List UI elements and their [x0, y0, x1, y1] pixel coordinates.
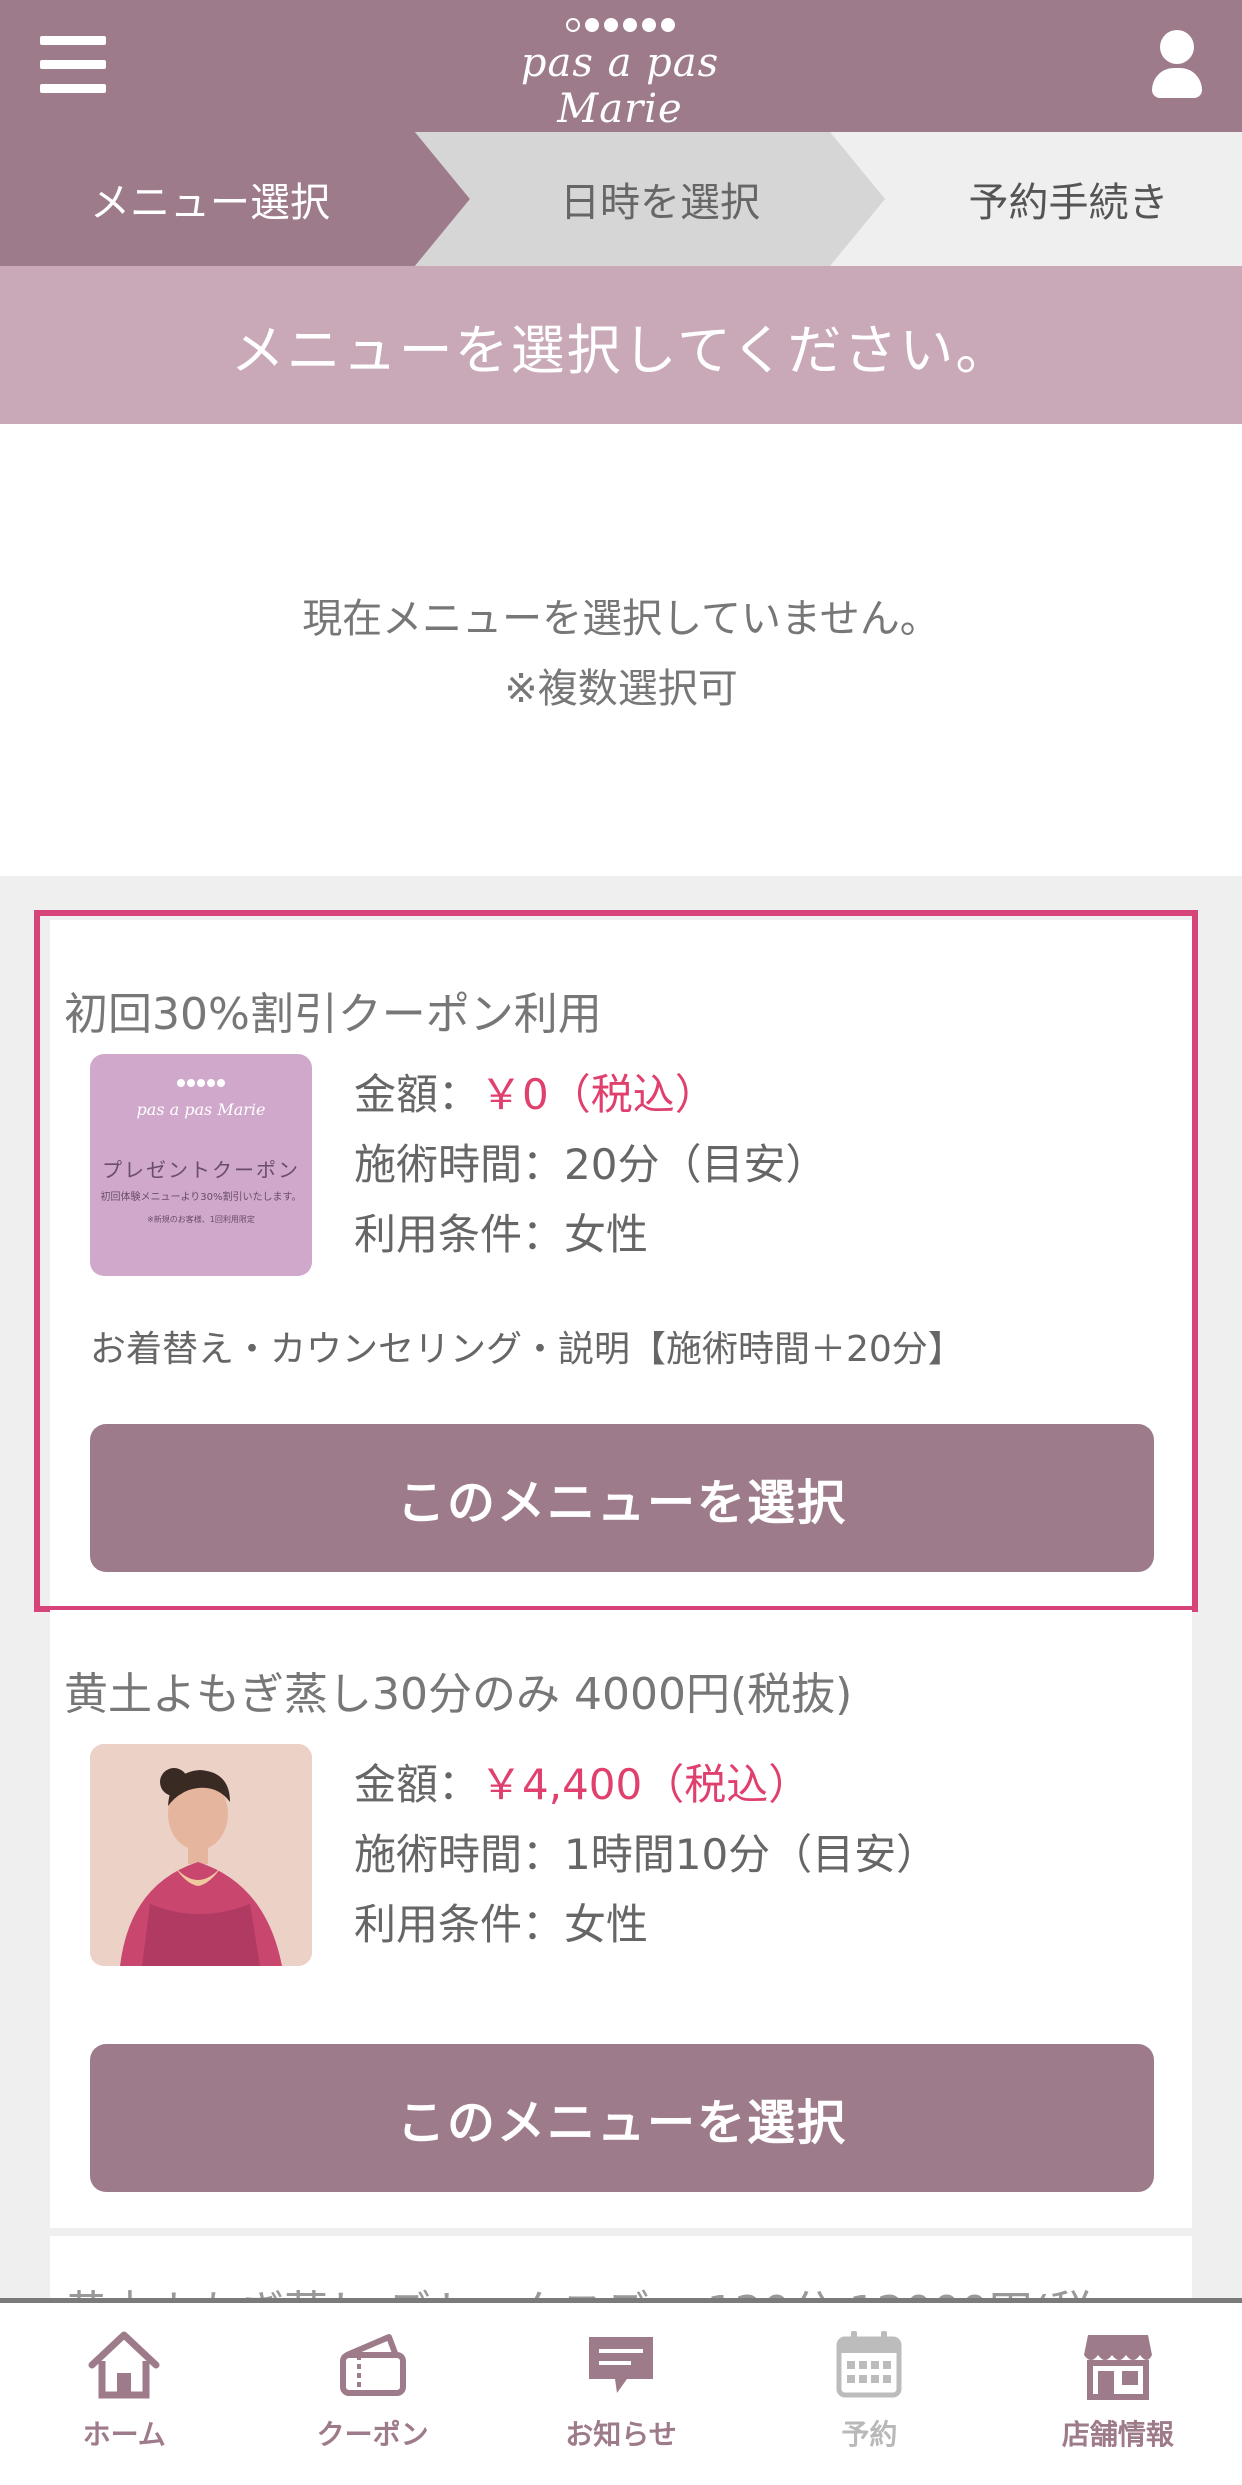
brand-logo[interactable]: pas a pas Marie: [470, 12, 770, 132]
shop-icon: [1083, 2335, 1152, 2400]
app-header: pas a pas Marie: [0, 0, 1242, 132]
menu-info: 金額：￥0（税込） 施術時間：20分（目安） 利用条件：女性: [354, 1060, 827, 1270]
coupon-icon: [339, 2334, 406, 2396]
booking-steps: メニュー選択 日時を選択 予約手続き: [0, 132, 1242, 266]
home-icon: [88, 2331, 160, 2399]
menu-duration: 施術時間：20分（目安）: [354, 1140, 828, 1189]
nav-label: クーポン: [316, 2418, 429, 2451]
menu-note: お着替え・カウンセリング・説明【施術時間＋20分】: [90, 1329, 964, 1370]
status-text: 現在メニューを選択していません。: [302, 596, 940, 642]
select-menu-button[interactable]: このメニューを選択: [90, 2044, 1154, 2192]
menu-title: 初回30%割引クーポン利用: [64, 989, 602, 1040]
instruction-banner: メニューを選択してください。: [0, 266, 1242, 424]
step-reservation: 予約手続き: [885, 132, 1242, 266]
woman-photo-illustration: [90, 1744, 312, 1966]
hamburger-menu-icon[interactable]: [40, 36, 106, 94]
price-label: 金額：: [354, 1760, 481, 1809]
logo-dots-icon: [177, 1079, 225, 1087]
menu-photo: [90, 1744, 312, 1966]
menu-price: ￥0（税込）: [480, 1070, 717, 1119]
nav-label: 店舗情報: [1061, 2418, 1174, 2451]
menu-price-row: 金額：￥4,400（税込）: [354, 1750, 938, 1820]
user-icon[interactable]: [1152, 30, 1202, 100]
coupon-note: ※新規のお客様、1回利用限定: [147, 1215, 255, 1224]
coupon-description: 初回体験メニューより30%割引いたします。: [100, 1192, 302, 1203]
nav-reservation[interactable]: 予約: [745, 2303, 993, 2485]
nav-label: 予約: [841, 2418, 898, 2451]
nav-news[interactable]: お知らせ: [497, 2303, 745, 2485]
price-label: 金額：: [354, 1070, 481, 1119]
menu-condition: 利用条件：女性: [354, 1900, 649, 1949]
menu-duration: 施術時間：1時間10分（目安）: [354, 1830, 939, 1879]
step-label: 予約手続き: [968, 180, 1169, 226]
status-note: ※複数選択可: [504, 666, 738, 712]
select-menu-button[interactable]: このメニューを選択: [90, 1424, 1154, 1572]
logo-dots: [470, 18, 770, 32]
menu-price-row: 金額：￥0（税込）: [354, 1060, 827, 1130]
message-icon: [589, 2337, 654, 2393]
menu-card: 黄土よもぎ蒸し30分のみ 4000円(税抜) 金額：￥4,400（税込） 施術時…: [50, 1610, 1192, 2228]
nav-home[interactable]: ホーム: [0, 2303, 248, 2485]
step-label: メニュー選択: [90, 180, 330, 226]
nav-shop-info[interactable]: 店舗情報: [994, 2303, 1242, 2485]
nav-label: ホーム: [82, 2418, 166, 2451]
step-menu-select: メニュー選択: [0, 132, 470, 266]
nav-coupon[interactable]: クーポン: [248, 2303, 496, 2485]
menu-card: 初回30%割引クーポン利用 pas a pas Marie プレゼントクーポン …: [50, 920, 1192, 1610]
bottom-navigation: ホーム クーポン お知らせ 予約 店舗情報: [0, 2298, 1242, 2485]
selection-status: 現在メニューを選択していません。 ※複数選択可: [0, 424, 1242, 876]
menu-condition: 利用条件：女性: [354, 1210, 649, 1259]
menu-title: 黄土よもぎ蒸し30分のみ 4000円(税抜): [64, 1669, 853, 1720]
step-label: 日時を選択: [560, 180, 760, 226]
coupon-brand: pas a pas Marie: [136, 1100, 266, 1119]
menu-info: 金額：￥4,400（税込） 施術時間：1時間10分（目安） 利用条件：女性: [354, 1750, 938, 1960]
calendar-icon: [836, 2331, 902, 2398]
coupon-name: プレゼントクーポン: [102, 1158, 300, 1182]
step-datetime-select: 日時を選択: [415, 132, 885, 266]
coupon-thumbnail: pas a pas Marie プレゼントクーポン 初回体験メニューより30%割…: [90, 1054, 312, 1276]
nav-label: お知らせ: [565, 2418, 677, 2451]
menu-price: ￥4,400（税込）: [480, 1760, 811, 1809]
logo-text: pas a pas Marie: [520, 40, 720, 132]
